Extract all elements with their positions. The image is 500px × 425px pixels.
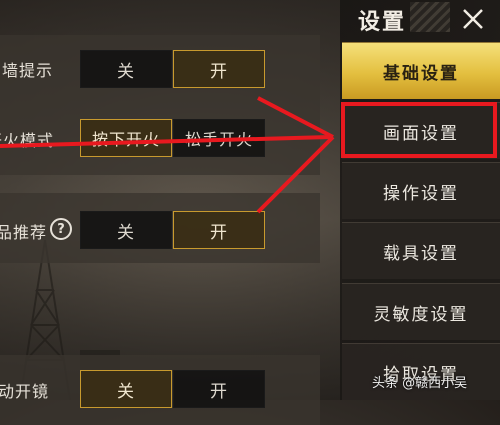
- fire-mode-release-button[interactable]: 松手开火: [173, 119, 265, 157]
- nav-item-basic-settings[interactable]: 基础设置: [342, 42, 500, 99]
- nav-item-vehicle-settings[interactable]: 载具设置: [342, 222, 500, 279]
- nav-item-sensitivity-settings[interactable]: 灵敏度设置: [342, 283, 500, 340]
- sidebar-title: 设置: [358, 10, 407, 35]
- wall-hint-on-button[interactable]: 开: [173, 50, 265, 88]
- help-icon[interactable]: ?: [50, 218, 72, 240]
- fire-mode-press-button[interactable]: 按下开火: [80, 119, 172, 157]
- setting-label-item-recommend: 品推荐: [0, 223, 48, 242]
- item-recommend-on-button[interactable]: 开: [173, 211, 265, 249]
- setting-label-auto-scope: 动开镜: [0, 382, 50, 401]
- wall-hint-off-button[interactable]: 关: [80, 50, 172, 88]
- close-icon[interactable]: [460, 6, 486, 32]
- item-recommend-off-button[interactable]: 关: [80, 211, 172, 249]
- setting-label-fire-mode: 开火模式: [0, 131, 55, 150]
- auto-scope-on-button[interactable]: 开: [173, 370, 265, 408]
- title-decoration: [410, 2, 450, 32]
- nav-item-controls-settings[interactable]: 操作设置: [342, 162, 500, 219]
- annotation-highlight-box: [341, 102, 497, 158]
- setting-label-wall-hint: 墙提示: [2, 61, 54, 80]
- watermark: 头条 @赣西小吴: [372, 376, 468, 391]
- auto-scope-off-button[interactable]: 关: [80, 370, 172, 408]
